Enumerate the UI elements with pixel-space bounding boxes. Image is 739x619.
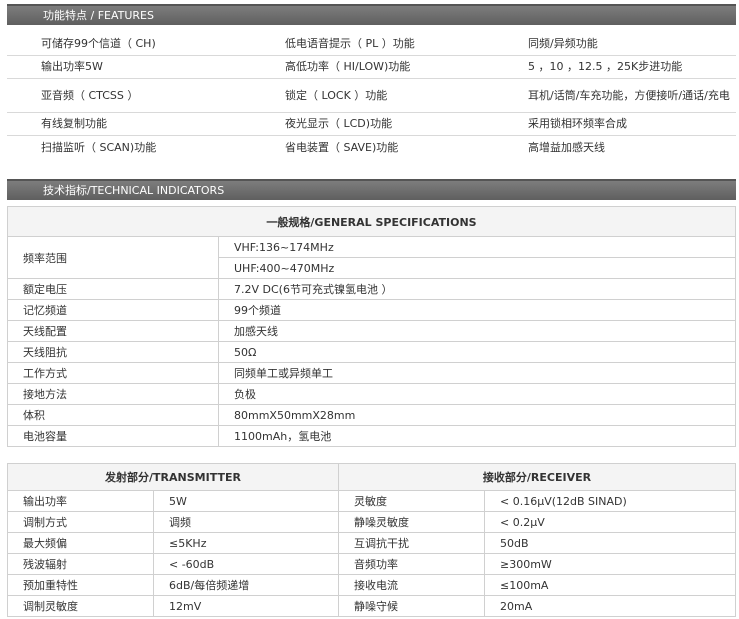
spec-value: UHF:400~470MHz bbox=[218, 257, 736, 279]
feature-item: 5 ，10 ，12.5 ，25K步进功能 bbox=[528, 60, 683, 73]
general-specs-title: 一般规格/GENERAL SPECIFICATIONS bbox=[7, 206, 736, 237]
table-row: 最大频偏 ≤5KHz 互调抗干扰 50dB bbox=[7, 532, 736, 554]
rx-label: 灵敏度 bbox=[338, 490, 485, 512]
table-header-row: 一般规格/GENERAL SPECIFICATIONS bbox=[7, 206, 736, 237]
rx-label: 静噪灵敏度 bbox=[338, 511, 485, 533]
table-row: 记忆频道 99个频道 bbox=[7, 299, 736, 321]
spec-label: 额定电压 bbox=[7, 278, 219, 300]
spec-label: 接地方法 bbox=[7, 383, 219, 405]
rx-label: 静噪守候 bbox=[338, 595, 485, 617]
tx-value: < -60dB bbox=[153, 553, 339, 575]
feature-row: 输出功率5W 高低功率（ HI/LOW)功能 5 ，10 ，12.5 ，25K步… bbox=[7, 56, 736, 79]
spec-value: 80mmX50mmX28mm bbox=[218, 404, 736, 426]
feature-item: 低电语音提示（ PL ）功能 bbox=[285, 37, 415, 50]
tx-value: 6dB/每倍频递增 bbox=[153, 574, 339, 596]
feature-row: 亚音频（ CTCSS ） 锁定（ LOCK ）功能 耳机/话筒/车充功能，方便接… bbox=[7, 79, 736, 113]
features-list: 可储存99个信道（ CH) 低电语音提示（ PL ）功能 同频/异频功能 输出功… bbox=[7, 33, 736, 159]
feature-item: 高增益加感天线 bbox=[528, 140, 605, 154]
table-row: 天线配置 加感天线 bbox=[7, 320, 736, 342]
table-row: 天线阻抗 50Ω bbox=[7, 341, 736, 363]
table-row: 调制方式 调频 静噪灵敏度 < 0.2μV bbox=[7, 511, 736, 533]
spec-value: 50Ω bbox=[218, 341, 736, 363]
rx-label: 接收电流 bbox=[338, 574, 485, 596]
spec-label: 体积 bbox=[7, 404, 219, 426]
tx-label: 调制方式 bbox=[7, 511, 154, 533]
feature-item: 扫描监听（ SCAN)功能 bbox=[41, 140, 157, 154]
spec-label: 工作方式 bbox=[7, 362, 219, 384]
feature-item: 耳机/话筒/车充功能，方便接听/通话/充电 bbox=[528, 88, 730, 102]
table-row: 预加重特性 6dB/每倍频递增 接收电流 ≤100mA bbox=[7, 574, 736, 596]
feature-item: 省电装置（ SAVE)功能 bbox=[285, 140, 399, 154]
feature-row: 扫描监听（ SCAN)功能 省电装置（ SAVE)功能 高增益加感天线 bbox=[7, 136, 736, 159]
transceiver-specs-table: 发射部分/TRANSMITTER 接收部分/RECEIVER 输出功率 5W 灵… bbox=[7, 463, 736, 617]
table-row: 体积 80mmX50mmX28mm bbox=[7, 404, 736, 426]
table-header-row: 发射部分/TRANSMITTER 接收部分/RECEIVER bbox=[7, 463, 736, 491]
feature-item: 锁定（ LOCK ）功能 bbox=[285, 88, 388, 102]
feature-item: 采用锁相环频率合成 bbox=[528, 117, 627, 130]
spec-label: 频率范围 bbox=[7, 236, 219, 279]
general-specs-table: 一般规格/GENERAL SPECIFICATIONS 频率范围 VHF:136… bbox=[7, 206, 736, 447]
technical-title: 技术指标/TECHNICAL INDICATORS bbox=[43, 184, 225, 197]
feature-item: 有线复制功能 bbox=[41, 117, 107, 130]
feature-item: 同频/异频功能 bbox=[528, 37, 598, 50]
rx-label: 音频功率 bbox=[338, 553, 485, 575]
spec-label: 天线阻抗 bbox=[7, 341, 219, 363]
tx-label: 残波辐射 bbox=[7, 553, 154, 575]
rx-value: ≤100mA bbox=[484, 574, 736, 596]
spec-value: 99个频道 bbox=[218, 299, 736, 321]
rx-value: 50dB bbox=[484, 532, 736, 554]
tx-label: 输出功率 bbox=[7, 490, 154, 512]
spec-label: 天线配置 bbox=[7, 320, 219, 342]
table-row: 接地方法 负极 bbox=[7, 383, 736, 405]
table-row: 频率范围 VHF:136~174MHz bbox=[7, 236, 736, 279]
table-row: 调制灵敏度 12mV 静噪守候 20mA bbox=[7, 595, 736, 617]
feature-row: 有线复制功能 夜光显示（ LCD)功能 采用锁相环频率合成 bbox=[7, 113, 736, 136]
tx-value: 调频 bbox=[153, 511, 339, 533]
feature-item: 可储存99个信道（ CH) bbox=[41, 37, 156, 50]
table-row: 额定电压 7.2V DC(6节可充式镍氢电池 ） bbox=[7, 278, 736, 300]
spec-value: VHF:136~174MHz bbox=[218, 236, 736, 258]
spec-label: 记忆频道 bbox=[7, 299, 219, 321]
technical-header: 技术指标/TECHNICAL INDICATORS bbox=[7, 179, 736, 200]
table-row: 输出功率 5W 灵敏度 < 0.16μV(12dB SINAD) bbox=[7, 490, 736, 512]
tx-label: 调制灵敏度 bbox=[7, 595, 154, 617]
feature-item: 高低功率（ HI/LOW)功能 bbox=[285, 60, 411, 73]
table-row: 工作方式 同频单工或异频单工 bbox=[7, 362, 736, 384]
spec-value: 1100mAh，氢电池 bbox=[218, 425, 736, 447]
transmitter-title: 发射部分/TRANSMITTER bbox=[7, 463, 339, 491]
tx-value: 5W bbox=[153, 490, 339, 512]
receiver-title: 接收部分/RECEIVER bbox=[338, 463, 736, 491]
feature-item: 亚音频（ CTCSS ） bbox=[41, 88, 139, 102]
tx-value: ≤5KHz bbox=[153, 532, 339, 554]
rx-value: 20mA bbox=[484, 595, 736, 617]
tx-label: 最大频偏 bbox=[7, 532, 154, 554]
feature-item: 输出功率5W bbox=[41, 60, 103, 73]
features-title: 功能特点 / FEATURES bbox=[43, 9, 154, 22]
table-row: 电池容量 1100mAh，氢电池 bbox=[7, 425, 736, 447]
features-header: 功能特点 / FEATURES bbox=[7, 4, 736, 25]
spec-value: 7.2V DC(6节可充式镍氢电池 ） bbox=[218, 278, 736, 300]
spec-label: 电池容量 bbox=[7, 425, 219, 447]
spec-value: 负极 bbox=[218, 383, 736, 405]
spec-value: 同频单工或异频单工 bbox=[218, 362, 736, 384]
rx-label: 互调抗干扰 bbox=[338, 532, 485, 554]
feature-row: 可储存99个信道（ CH) 低电语音提示（ PL ）功能 同频/异频功能 bbox=[7, 33, 736, 56]
rx-value: < 0.16μV(12dB SINAD) bbox=[484, 490, 736, 512]
feature-item: 夜光显示（ LCD)功能 bbox=[285, 117, 393, 130]
tx-label: 预加重特性 bbox=[7, 574, 154, 596]
table-row: 残波辐射 < -60dB 音频功率 ≥300mW bbox=[7, 553, 736, 575]
rx-value: < 0.2μV bbox=[484, 511, 736, 533]
spec-value: 加感天线 bbox=[218, 320, 736, 342]
tx-value: 12mV bbox=[153, 595, 339, 617]
rx-value: ≥300mW bbox=[484, 553, 736, 575]
